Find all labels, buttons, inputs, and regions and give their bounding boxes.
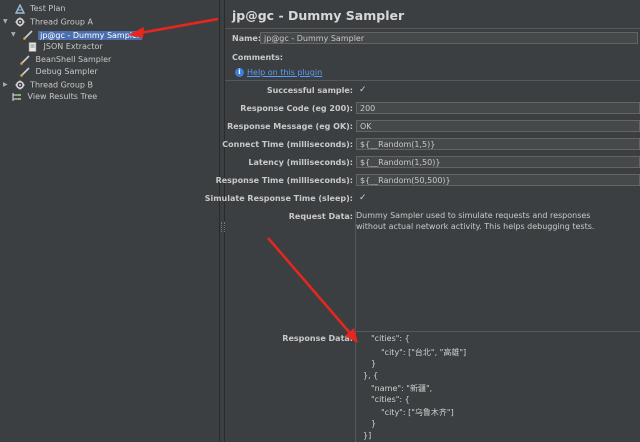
response-line: "cities": { (371, 395, 410, 404)
test-plan-tree: Test Plan ▼ Thread Group A ▼ jp@gc - Dum… (0, 0, 219, 442)
tree-item-json-extractor[interactable]: JSON Extractor (27, 41, 103, 53)
connect-time-field[interactable]: ${__Random(1,5)} (356, 138, 640, 150)
tree-item-dummy-sampler[interactable]: ▼ jp@gc - Dummy Sampler (11, 29, 143, 41)
latency-field[interactable]: ${__Random(1,50)} (356, 156, 640, 168)
request-data-label: Request Data: (288, 212, 353, 221)
tree-item-test-plan[interactable]: Test Plan (3, 3, 65, 15)
response-line: }] (363, 431, 372, 440)
comments-label: Comments: (232, 53, 283, 62)
response-time-field[interactable]: ${__Random(50,500)} (356, 174, 640, 186)
expand-arrow-icon[interactable]: ▶ (3, 79, 11, 91)
tree-item-label: View Results Tree (27, 92, 98, 101)
response-message-field[interactable]: OK (356, 120, 640, 132)
connect-time-label: Connect Time (milliseconds): (222, 140, 353, 149)
latency-label: Latency (milliseconds): (248, 158, 353, 167)
collapse-arrow-icon[interactable]: ▼ (3, 16, 11, 28)
test-plan-icon (14, 3, 25, 14)
tree-item-label: Debug Sampler (35, 67, 98, 76)
response-time-label: Response Time (milliseconds): (215, 176, 353, 185)
response-code-field[interactable]: 200 (356, 102, 640, 114)
simulate-response-time-checkbox[interactable]: ✓ (359, 194, 368, 203)
name-label: Name: (232, 34, 262, 43)
divider (225, 28, 640, 29)
sampler-icon (20, 66, 30, 77)
response-line: }, { (363, 371, 379, 380)
info-icon: i (235, 68, 244, 77)
simulate-response-time-label: Simulate Response Time (sleep): (204, 194, 353, 203)
tree-item-label: BeanShell Sampler (35, 55, 112, 64)
response-data-label: Response Data: (282, 334, 353, 343)
request-data-textarea[interactable]: Dummy Sampler used to simulate requests … (355, 210, 634, 330)
tree-item-label: JSON Extractor (43, 42, 103, 51)
successful-sample-label: Successful sample: (266, 86, 353, 95)
tree-item-beanshell-sampler[interactable]: BeanShell Sampler (19, 54, 111, 66)
response-line: "cities": { (371, 334, 410, 343)
tree-item-debug-sampler[interactable]: Debug Sampler (19, 66, 98, 78)
response-data-textarea[interactable]: "cities": { "city": ["台北", "高雄"] } }, { … (355, 332, 640, 442)
tree-item-thread-group-b[interactable]: ▶ Thread Group B (3, 79, 93, 91)
divider (225, 80, 640, 81)
tree-item-thread-group-a[interactable]: ▼ Thread Group A (3, 16, 93, 28)
name-field[interactable]: jp@gc - Dummy Sampler (260, 32, 638, 44)
response-line: } (371, 419, 377, 428)
collapse-arrow-icon[interactable]: ▼ (11, 29, 19, 41)
request-data-scrollbar[interactable] (633, 210, 640, 330)
tree-item-label: Thread Group B (30, 80, 93, 90)
thread-group-icon (15, 17, 25, 27)
response-line: "name": "新疆", (371, 384, 433, 393)
help-link[interactable]: Help on this plugin (247, 68, 322, 77)
tree-item-label: Thread Group A (30, 17, 93, 27)
response-code-label: Response Code (eg 200): (240, 104, 353, 113)
successful-sample-checkbox[interactable]: ✓ (359, 86, 368, 95)
results-tree-icon (12, 92, 21, 101)
json-extractor-icon (28, 41, 37, 52)
response-message-label: Response Message (eg OK): (227, 122, 353, 131)
tree-item-view-results-tree[interactable]: View Results Tree (11, 91, 97, 103)
dummy-sampler-icon (22, 30, 33, 40)
thread-group-icon (15, 80, 25, 90)
sampler-config-panel: jp@gc - Dummy Sampler Name: jp@gc - Dumm… (205, 0, 640, 442)
page-title: jp@gc - Dummy Sampler (232, 8, 405, 23)
sampler-icon (20, 54, 30, 65)
response-line: "city": ["台北", "高雄"] (381, 348, 467, 357)
response-line: } (371, 359, 377, 368)
tree-item-label: Test Plan (30, 4, 66, 13)
response-line: "city": ["乌鲁木齐"] (381, 408, 454, 417)
tree-item-label: jp@gc - Dummy Sampler (38, 30, 143, 40)
